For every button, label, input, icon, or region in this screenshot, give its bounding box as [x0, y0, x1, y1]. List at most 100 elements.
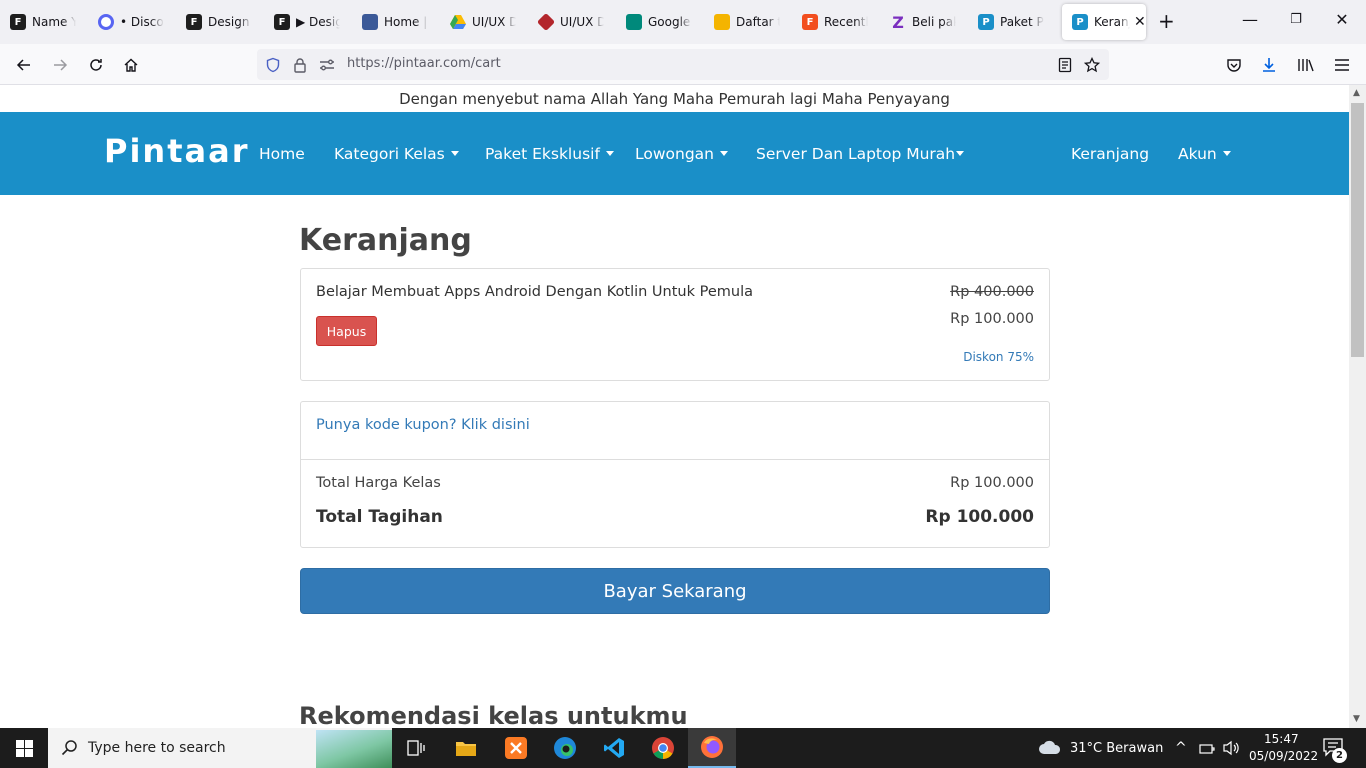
nav-kategori-kelas[interactable]: Kategori Kelas [334, 145, 459, 163]
discord-icon [98, 14, 114, 30]
browser-tab[interactable]: F Design & [176, 4, 264, 40]
shield-icon[interactable] [264, 56, 282, 74]
browser-tab[interactable]: UI/UX De [440, 4, 528, 40]
notification-count-badge: 2 [1332, 748, 1347, 763]
back-icon[interactable] [12, 53, 36, 77]
volume-icon[interactable] [1222, 740, 1240, 760]
scrollbar-thumb[interactable] [1351, 103, 1364, 357]
nav-lowongan[interactable]: Lowongan [635, 145, 728, 163]
pay-now-button[interactable]: Bayar Sekarang [300, 568, 1050, 614]
downloads-icon[interactable] [1257, 53, 1281, 77]
bookmark-star-icon[interactable] [1083, 56, 1101, 74]
close-tab-icon[interactable]: ✕ [1134, 14, 1146, 30]
weather-cloud-icon[interactable] [1038, 739, 1062, 759]
figma-icon: F [10, 14, 26, 30]
permissions-icon[interactable] [318, 56, 336, 74]
pintaar-icon: P [1072, 14, 1088, 30]
edge-icon[interactable] [541, 728, 589, 768]
browser-tab[interactable]: Home | I [352, 4, 440, 40]
page-title: Keranjang [299, 223, 472, 258]
browser-tab-active[interactable]: P Keranj ✕ [1062, 4, 1146, 40]
firefox-icon[interactable] [688, 728, 736, 768]
browser-tab[interactable]: P Paket Pe [968, 4, 1056, 40]
clock-time[interactable]: 15:47 [1264, 732, 1299, 746]
nav-home[interactable]: Home [259, 145, 305, 163]
scroll-down-icon[interactable]: ▼ [1353, 714, 1360, 724]
caret-down-icon [720, 151, 728, 156]
cart-item-card: Belajar Membuat Apps Android Dengan Kotl… [300, 268, 1050, 381]
library-icon[interactable] [1294, 53, 1318, 77]
home-icon[interactable] [119, 53, 143, 77]
windows-start-icon[interactable] [0, 728, 48, 768]
minimize-window-icon[interactable]: — [1227, 10, 1273, 29]
discounted-price: Rp 100.000 [950, 311, 1034, 327]
tray-chevron-up-icon[interactable]: ^ [1175, 740, 1187, 756]
address-bar[interactable]: https://pintaar.com/cart [257, 49, 1109, 80]
cube-icon [536, 12, 556, 32]
nav-paket-label: Paket Eksklusif [485, 145, 600, 163]
weather-text[interactable]: 31°C Berawan [1070, 741, 1163, 756]
site-navbar: Pintaar Home Kategori Kelas Paket Eksklu… [0, 112, 1349, 195]
nav-akun[interactable]: Akun [1178, 145, 1231, 163]
z-icon: Z [892, 12, 904, 32]
nav-keranjang-label: Keranjang [1071, 145, 1150, 163]
taskbar-search-box[interactable]: Type here to search [48, 728, 392, 768]
bismillah-banner: Dengan menyebut nama Allah Yang Maha Pem… [399, 90, 950, 108]
subtotal-value: Rp 100.000 [950, 475, 1034, 491]
caret-down-icon [605, 151, 614, 156]
pintaar-icon: P [978, 14, 994, 30]
vscode-icon[interactable] [590, 728, 638, 768]
task-view-icon[interactable] [392, 728, 440, 768]
recommendation-heading: Rekomendasi kelas untukmu [299, 702, 688, 728]
brand-logo[interactable]: Pintaar [104, 132, 249, 170]
browser-tab[interactable]: F ▶ Design [264, 4, 352, 40]
browser-tab[interactable]: Daftar tu [704, 4, 792, 40]
browser-tab[interactable]: Google I [616, 4, 704, 40]
url-text[interactable]: https://pintaar.com/cart [347, 56, 501, 71]
remove-item-button[interactable]: Hapus [316, 316, 377, 346]
menu-hamburger-icon[interactable] [1330, 53, 1354, 77]
site-icon [362, 14, 378, 30]
figma-icon: F [802, 14, 818, 30]
nav-home-label: Home [259, 145, 305, 163]
browser-tab[interactable]: • Discord [88, 4, 176, 40]
reader-view-icon[interactable] [1056, 56, 1074, 74]
web-page: Dengan menyebut nama Allah Yang Maha Pem… [0, 85, 1349, 728]
restore-window-icon[interactable]: ❐ [1273, 12, 1319, 27]
file-explorer-icon[interactable] [442, 728, 490, 768]
caret-down-icon [956, 151, 965, 156]
figma-icon: F [186, 14, 202, 30]
total-value: Rp 100.000 [925, 507, 1034, 527]
chrome-icon[interactable] [639, 728, 687, 768]
reload-icon[interactable] [84, 53, 108, 77]
caret-down-icon [450, 151, 459, 156]
xampp-icon[interactable] [492, 728, 540, 768]
nav-paket-eksklusif[interactable]: Paket Eksklusif [485, 145, 614, 163]
figma-icon: F [274, 14, 290, 30]
drive-icon [450, 14, 466, 30]
page-scrollbar[interactable]: ▲ ▼ [1349, 85, 1366, 728]
meet-icon [626, 14, 642, 30]
browser-tab[interactable]: UI/UX De [528, 4, 616, 40]
lock-icon[interactable] [291, 56, 309, 74]
network-icon[interactable] [1199, 741, 1215, 760]
order-summary-card: Punya kode kupon? Klik disini Total Harg… [300, 401, 1050, 548]
browser-tab[interactable]: F Name Yo [0, 4, 88, 40]
pocket-icon[interactable] [1222, 53, 1246, 77]
close-window-icon[interactable]: ✕ [1319, 10, 1365, 29]
nav-server-laptop[interactable]: Server Dan Laptop Murah [756, 145, 965, 163]
coupon-link[interactable]: Punya kode kupon? Klik disini [316, 417, 530, 433]
nav-keranjang[interactable]: Keranjang [1071, 145, 1149, 163]
cart-item-title: Belajar Membuat Apps Android Dengan Kotl… [316, 284, 753, 300]
nav-lowongan-label: Lowongan [635, 145, 714, 163]
clock-date[interactable]: 05/09/2022 [1249, 749, 1318, 763]
nav-akun-label: Akun [1178, 145, 1217, 163]
forward-icon[interactable] [48, 53, 72, 77]
new-tab-button[interactable]: + [1158, 11, 1175, 31]
classroom-icon [714, 14, 730, 30]
browser-tab[interactable]: Z Beli pak [880, 4, 968, 40]
browser-tab[interactable]: F Recently [792, 4, 880, 40]
scroll-up-icon[interactable]: ▲ [1353, 88, 1360, 98]
browser-tab-strip: F Name Yo • Discord F Design & F ▶ Desig… [0, 0, 1366, 44]
discount-label: Diskon 75% [963, 350, 1034, 364]
